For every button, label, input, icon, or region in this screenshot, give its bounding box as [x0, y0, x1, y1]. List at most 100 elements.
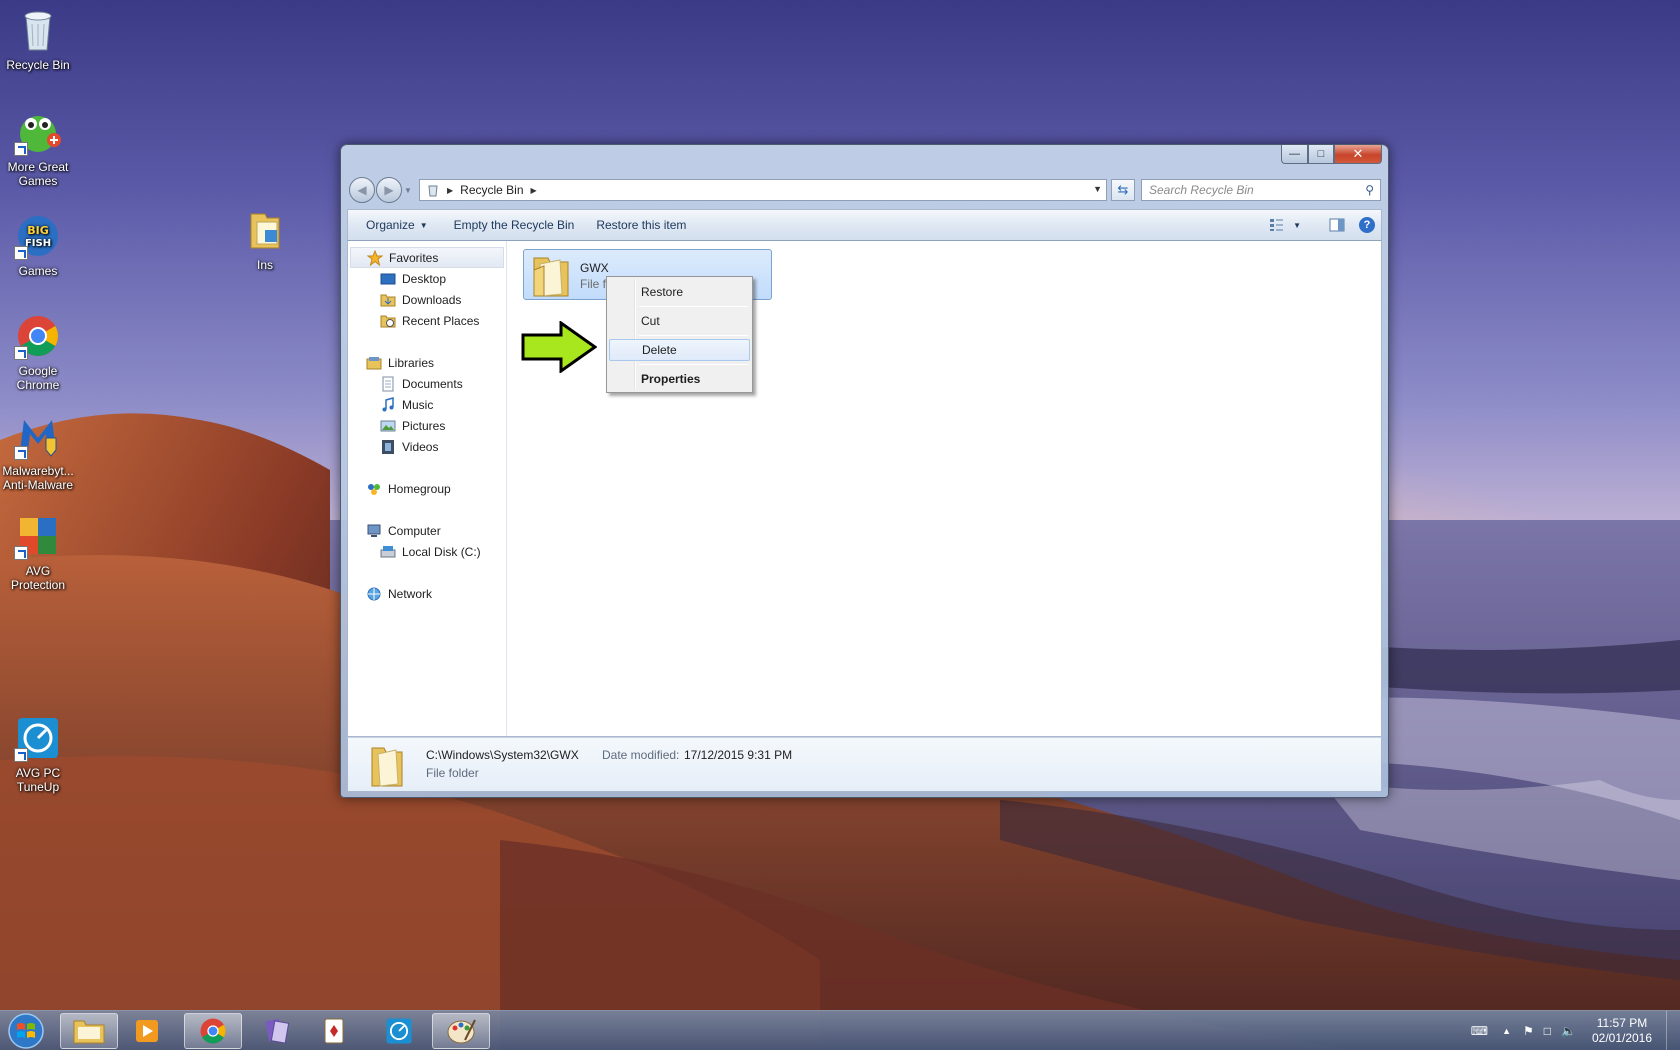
music-note-icon	[380, 396, 396, 413]
nav-computer[interactable]: Computer	[348, 520, 506, 541]
shortcut-arrow-icon	[14, 446, 28, 460]
context-menu-properties[interactable]: Properties	[609, 368, 750, 390]
desktop-icon-ins[interactable]: Ins	[227, 206, 303, 272]
chevron-down-icon: ▼	[419, 220, 428, 230]
organize-button[interactable]: Organize ▼	[348, 210, 438, 240]
nav-pictures[interactable]: Pictures	[348, 415, 506, 436]
content-area: Favorites Desktop Downloads Recent Place…	[347, 241, 1382, 737]
desktop-icon-games[interactable]: BIG FISH Games	[0, 212, 76, 278]
breadcrumb-separator-icon[interactable]: ▶	[531, 186, 537, 195]
details-path: C:\Windows\System32\GWX	[426, 748, 579, 762]
keyboard-icon[interactable]: ⌨	[1471, 1024, 1488, 1038]
desktop-icon	[380, 271, 396, 287]
desktop-icon-avg-protection[interactable]: AVG Protection	[0, 512, 76, 592]
help-icon[interactable]: ?	[1359, 217, 1375, 233]
shortcut-arrow-icon	[14, 246, 28, 260]
breadcrumb-recycle-bin[interactable]: Recycle Bin	[460, 183, 523, 197]
media-player-icon	[136, 1020, 158, 1042]
start-button[interactable]	[4, 1012, 48, 1050]
documents-icon	[380, 376, 396, 392]
avg-tuneup-icon	[14, 714, 62, 762]
volume-icon[interactable]: 🔈	[1561, 1024, 1576, 1038]
libraries-icon	[366, 355, 382, 371]
nav-desktop[interactable]: Desktop	[348, 268, 506, 289]
recent-pages-dropdown-icon[interactable]: ▼	[404, 186, 412, 195]
nav-recent-places[interactable]: Recent Places	[348, 310, 506, 331]
desktop-icon-recycle-bin[interactable]: Recycle Bin	[0, 6, 76, 72]
maximize-button[interactable]: □	[1308, 145, 1334, 164]
downloads-folder-icon	[380, 292, 396, 308]
navigation-pane: Favorites Desktop Downloads Recent Place…	[348, 241, 507, 736]
clock[interactable]: 11:57 PM 02/01/2016	[1582, 1016, 1662, 1046]
desktop-icon-malwarebytes[interactable]: Malwarebyt... Anti-Malware	[0, 412, 76, 492]
nav-favorites[interactable]: Favorites	[350, 247, 504, 268]
videos-icon	[380, 439, 396, 455]
folder-icon	[370, 742, 406, 791]
nav-documents[interactable]: Documents	[348, 373, 506, 394]
refresh-button[interactable]: ⇆	[1111, 179, 1135, 201]
network-tray-icon[interactable]: □	[1544, 1024, 1551, 1038]
clock-time: 11:57 PM	[1596, 1016, 1648, 1030]
nav-libraries[interactable]: Libraries	[348, 352, 506, 373]
solitaire-icon	[324, 1018, 344, 1044]
nav-music[interactable]: Music	[348, 394, 506, 415]
context-menu-cut[interactable]: Cut	[609, 310, 750, 332]
change-view-icon[interactable]	[1269, 218, 1287, 232]
minimize-button[interactable]: —	[1281, 145, 1308, 164]
file-name: GWX	[580, 261, 609, 275]
recent-places-icon	[380, 313, 396, 329]
menu-separator	[639, 364, 748, 365]
taskbar-media-player[interactable]	[118, 1013, 176, 1049]
context-menu-delete[interactable]: Delete	[609, 339, 750, 361]
nav-downloads[interactable]: Downloads	[348, 289, 506, 310]
caption-buttons: — □ ✕	[1281, 145, 1382, 164]
desktop-icon-avg-pc-tuneup[interactable]: AVG PC TuneUp	[0, 714, 76, 794]
explorer-window: — □ ✕ ◀ ▶ ▼ ▶ Recycle Bin ▶ ▼ ⇆ Search R…	[340, 144, 1389, 798]
address-bar[interactable]: ▶ Recycle Bin ▶ ▼	[419, 179, 1107, 201]
navigation-bar: ◀ ▶ ▼ ▶ Recycle Bin ▶ ▼ ⇆ Search Recycle…	[349, 177, 1381, 203]
show-desktop-button[interactable]	[1666, 1011, 1680, 1050]
preview-pane-icon[interactable]	[1329, 218, 1345, 232]
star-icon	[366, 249, 384, 266]
search-input[interactable]: Search Recycle Bin ⚲	[1141, 179, 1381, 201]
big-fish-icon: BIG FISH	[14, 212, 62, 260]
desktop-icon-more-great-games[interactable]: More Great Games	[0, 108, 76, 188]
search-icon[interactable]: ⚲	[1365, 183, 1374, 197]
shortcut-arrow-icon	[14, 346, 28, 360]
desktop-icon-google-chrome[interactable]: Google Chrome	[0, 312, 76, 392]
forward-button[interactable]: ▶	[376, 177, 402, 203]
shortcut-arrow-icon	[14, 142, 28, 156]
nav-videos[interactable]: Videos	[348, 436, 506, 457]
taskbar-chrome[interactable]	[184, 1013, 242, 1049]
restore-this-item-button[interactable]: Restore this item	[586, 210, 696, 240]
taskbar-app-purple[interactable]	[248, 1013, 306, 1049]
games-frog-icon	[14, 108, 62, 156]
view-options-chevron-icon[interactable]: ▼	[1293, 221, 1301, 230]
nav-network[interactable]: Network	[348, 583, 506, 604]
context-menu: Restore Cut Delete Properties	[606, 276, 753, 393]
breadcrumb-separator-icon: ▶	[447, 185, 454, 195]
taskbar-paint[interactable]	[432, 1013, 490, 1049]
nav-local-disk[interactable]: Local Disk (C:)	[348, 541, 506, 562]
network-icon	[366, 586, 382, 602]
taskbar-app-solitaire[interactable]	[306, 1013, 364, 1049]
details-date-label: Date modified:	[602, 748, 680, 762]
taskbar-explorer[interactable]	[60, 1013, 118, 1049]
homegroup-icon	[366, 481, 382, 497]
hard-disk-icon	[380, 544, 396, 560]
action-center-flag-icon[interactable]: ⚑	[1523, 1024, 1534, 1038]
menu-separator	[639, 306, 748, 307]
chrome-icon	[200, 1018, 226, 1044]
show-hidden-icons-icon[interactable]: ▲	[1502, 1026, 1511, 1036]
taskbar: ⌨ ▲ ⚑ □ 🔈 11:57 PM 02/01/2016	[0, 1010, 1680, 1050]
empty-recycle-bin-button[interactable]: Empty the Recycle Bin	[444, 210, 585, 240]
nav-homegroup[interactable]: Homegroup	[348, 478, 506, 499]
clock-date: 02/01/2016	[1591, 1031, 1653, 1045]
taskbar-avg-tuneup[interactable]	[370, 1013, 428, 1049]
recycle-bin-icon	[14, 6, 62, 54]
back-button[interactable]: ◀	[349, 177, 375, 203]
address-dropdown-icon[interactable]: ▼	[1093, 184, 1102, 194]
close-button[interactable]: ✕	[1334, 145, 1382, 164]
context-menu-restore[interactable]: Restore	[609, 281, 750, 303]
details-pane: C:\Windows\System32\GWX Date modified: 1…	[347, 737, 1382, 792]
